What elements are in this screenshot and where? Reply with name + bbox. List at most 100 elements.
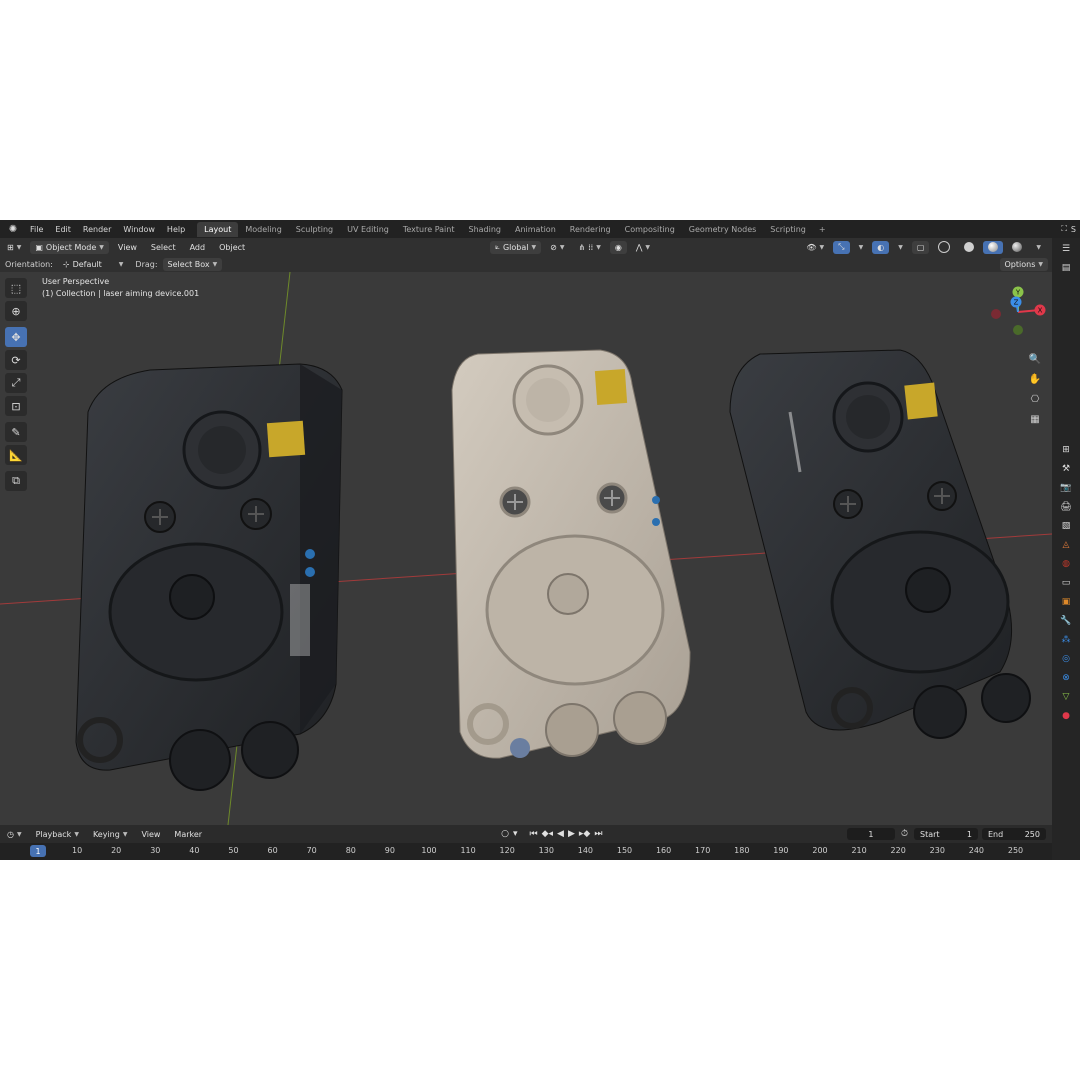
play-reverse-icon[interactable]: ◀ bbox=[555, 829, 566, 839]
zoom-button[interactable]: 🔍 bbox=[1026, 350, 1044, 368]
shading-dropdown[interactable]: ▼ bbox=[1031, 241, 1046, 254]
tab-animation[interactable]: Animation bbox=[508, 222, 563, 237]
particles-tab-icon[interactable]: ⁂ bbox=[1058, 632, 1074, 648]
tab-compositing[interactable]: Compositing bbox=[618, 222, 682, 237]
gizmo-toggle[interactable]: ⤡ bbox=[833, 240, 850, 254]
shading-solid[interactable] bbox=[959, 241, 979, 254]
current-frame-field[interactable]: 1 bbox=[846, 828, 895, 840]
annotate-tool[interactable]: ✎ bbox=[5, 422, 27, 442]
tab-geometry-nodes[interactable]: Geometry Nodes bbox=[682, 222, 763, 237]
auto-keying-icon[interactable]: ○ bbox=[499, 829, 511, 839]
visibility-button[interactable]: 👁 ▼ bbox=[801, 241, 829, 254]
transform-tool[interactable]: ⊡ bbox=[5, 396, 27, 416]
timeline-ruler[interactable]: 1 10 20 30 40 50 60 70 80 90 100 110 120 130 140 150 16… bbox=[0, 843, 1052, 860]
output-tab-icon[interactable]: 🖨 bbox=[1058, 499, 1074, 515]
move-tool[interactable]: ✥ bbox=[5, 327, 27, 347]
jump-start-icon[interactable]: ⏮ bbox=[527, 829, 539, 839]
shading-rendered[interactable] bbox=[1007, 241, 1027, 254]
laser-device-tan-middle[interactable] bbox=[451, 349, 691, 759]
shading-wireframe[interactable] bbox=[933, 241, 955, 254]
snap-button[interactable]: ⋔ ⁞⁞ ▼ bbox=[573, 241, 605, 254]
select-box-tool[interactable]: ⬚ bbox=[5, 278, 27, 298]
modifier-tab-icon[interactable]: 🔧 bbox=[1058, 613, 1074, 629]
next-keyframe-icon[interactable]: ▸◆ bbox=[577, 829, 592, 839]
falloff-button[interactable]: ⋀ ▼ bbox=[631, 241, 655, 254]
prev-keyframe-icon[interactable]: ◆◂ bbox=[540, 829, 555, 839]
rotate-tool[interactable]: ⟳ bbox=[5, 350, 27, 370]
object-tab-icon[interactable]: ▣ bbox=[1058, 594, 1074, 610]
overlays-dropdown[interactable]: ▼ bbox=[893, 241, 908, 254]
navigation-gizmo[interactable]: X Y Z bbox=[988, 280, 1048, 342]
laser-device-dark-left[interactable] bbox=[75, 363, 343, 791]
transform-orientation-dropdown[interactable]: ⟀ Global ▼ bbox=[490, 240, 542, 254]
render-tab-icon[interactable]: 📷 bbox=[1058, 480, 1074, 496]
end-frame-field[interactable]: End 250 bbox=[982, 828, 1046, 840]
add-workspace-icon[interactable]: + bbox=[813, 225, 832, 234]
tab-modeling[interactable]: Modeling bbox=[238, 222, 288, 237]
tab-texture-paint[interactable]: Texture Paint bbox=[396, 222, 462, 237]
tab-scripting[interactable]: Scripting bbox=[763, 222, 813, 237]
physics-tab-icon[interactable]: ◎ bbox=[1058, 651, 1074, 667]
menu-add[interactable]: Add bbox=[185, 241, 211, 254]
menu-window[interactable]: Window bbox=[117, 225, 161, 234]
properties-editor-icon[interactable]: ⊞ bbox=[1058, 442, 1074, 458]
view-layer-tab-icon[interactable]: ▧ bbox=[1058, 518, 1074, 534]
orientation-dropdown[interactable]: ⊹ Default ▼ bbox=[58, 258, 129, 271]
stopwatch-icon[interactable]: ⏱ bbox=[899, 829, 910, 839]
scene-tab-icon[interactable]: ◬ bbox=[1058, 537, 1074, 553]
ruler-icon: 📐 bbox=[9, 448, 23, 462]
play-icon[interactable]: ▶ bbox=[566, 829, 577, 839]
scene-selector[interactable]: ⛶ S bbox=[1061, 224, 1080, 234]
3d-viewport[interactable]: User Perspective (1) Collection | laser … bbox=[0, 272, 1052, 825]
outliner-filter-icon[interactable]: ▤ bbox=[1058, 260, 1074, 276]
tab-sculpting[interactable]: Sculpting bbox=[289, 222, 340, 237]
scale-tool[interactable]: ⤢ bbox=[5, 373, 27, 393]
menu-marker[interactable]: Marker bbox=[169, 828, 207, 841]
tool-tab-icon[interactable]: ⚒ bbox=[1058, 461, 1074, 477]
drag-dropdown[interactable]: Select Box ▼ bbox=[162, 257, 223, 271]
menu-keying[interactable]: Keying ▼ bbox=[88, 828, 133, 841]
menu-help[interactable]: Help bbox=[161, 225, 191, 234]
menu-file[interactable]: File bbox=[24, 225, 49, 234]
options-dropdown[interactable]: Options ▼ bbox=[999, 257, 1048, 271]
outliner-header-icon[interactable]: ☰ bbox=[1058, 241, 1074, 257]
current-frame-indicator[interactable]: 1 bbox=[30, 845, 46, 857]
measure-tool[interactable]: 📐 bbox=[5, 445, 27, 465]
pan-button[interactable]: ✋ bbox=[1026, 370, 1044, 388]
gizmo-dropdown[interactable]: ▼ bbox=[854, 241, 869, 254]
menu-select[interactable]: Select bbox=[146, 241, 181, 254]
shading-material[interactable] bbox=[983, 240, 1004, 254]
pivot-point-button[interactable]: ⊘ ▼ bbox=[545, 241, 569, 254]
jump-end-icon[interactable]: ⏭ bbox=[592, 829, 604, 839]
chevron-down-icon[interactable]: ▾ bbox=[511, 829, 520, 839]
tab-shading[interactable]: Shading bbox=[461, 222, 508, 237]
overlays-toggle[interactable]: ◐ bbox=[872, 240, 890, 254]
laser-device-dark-right[interactable] bbox=[729, 349, 1031, 739]
timeline-editor-type[interactable]: ◷ ▼ bbox=[2, 828, 27, 841]
constraints-tab-icon[interactable]: ⊗ bbox=[1058, 670, 1074, 686]
add-cube-tool[interactable]: ⧉ bbox=[5, 471, 27, 491]
menu-edit[interactable]: Edit bbox=[49, 225, 77, 234]
perspective-toggle-button[interactable]: ▦ bbox=[1026, 410, 1044, 428]
tab-uv-editing[interactable]: UV Editing bbox=[340, 222, 396, 237]
data-tab-icon[interactable]: ▽ bbox=[1058, 689, 1074, 705]
chevron-down-icon: ▼ bbox=[559, 243, 565, 251]
blender-logo-icon[interactable]: ✺ bbox=[6, 222, 20, 236]
world-tab-icon[interactable]: ◍ bbox=[1058, 556, 1074, 572]
xray-toggle[interactable]: ▢ bbox=[911, 240, 930, 254]
tab-rendering[interactable]: Rendering bbox=[563, 222, 618, 237]
mode-dropdown[interactable]: ▣ Object Mode ▼ bbox=[30, 240, 109, 254]
menu-view[interactable]: View bbox=[113, 241, 142, 254]
menu-render[interactable]: Render bbox=[77, 225, 117, 234]
menu-playback[interactable]: Playback ▼ bbox=[31, 828, 84, 841]
cursor-tool[interactable]: ⊕ bbox=[5, 301, 27, 321]
camera-view-button[interactable]: ⎔ bbox=[1026, 390, 1044, 408]
proportional-edit-button[interactable]: ◉ bbox=[609, 240, 627, 254]
menu-timeline-view[interactable]: View bbox=[136, 828, 165, 841]
material-tab-icon[interactable]: ● bbox=[1058, 708, 1074, 724]
tab-layout[interactable]: Layout bbox=[197, 221, 239, 237]
collection-tab-icon[interactable]: ▭ bbox=[1058, 575, 1074, 591]
start-frame-field[interactable]: Start 1 bbox=[914, 828, 978, 840]
menu-object[interactable]: Object bbox=[214, 241, 250, 254]
editor-type-button[interactable]: ⊞ ▼ bbox=[2, 241, 26, 254]
